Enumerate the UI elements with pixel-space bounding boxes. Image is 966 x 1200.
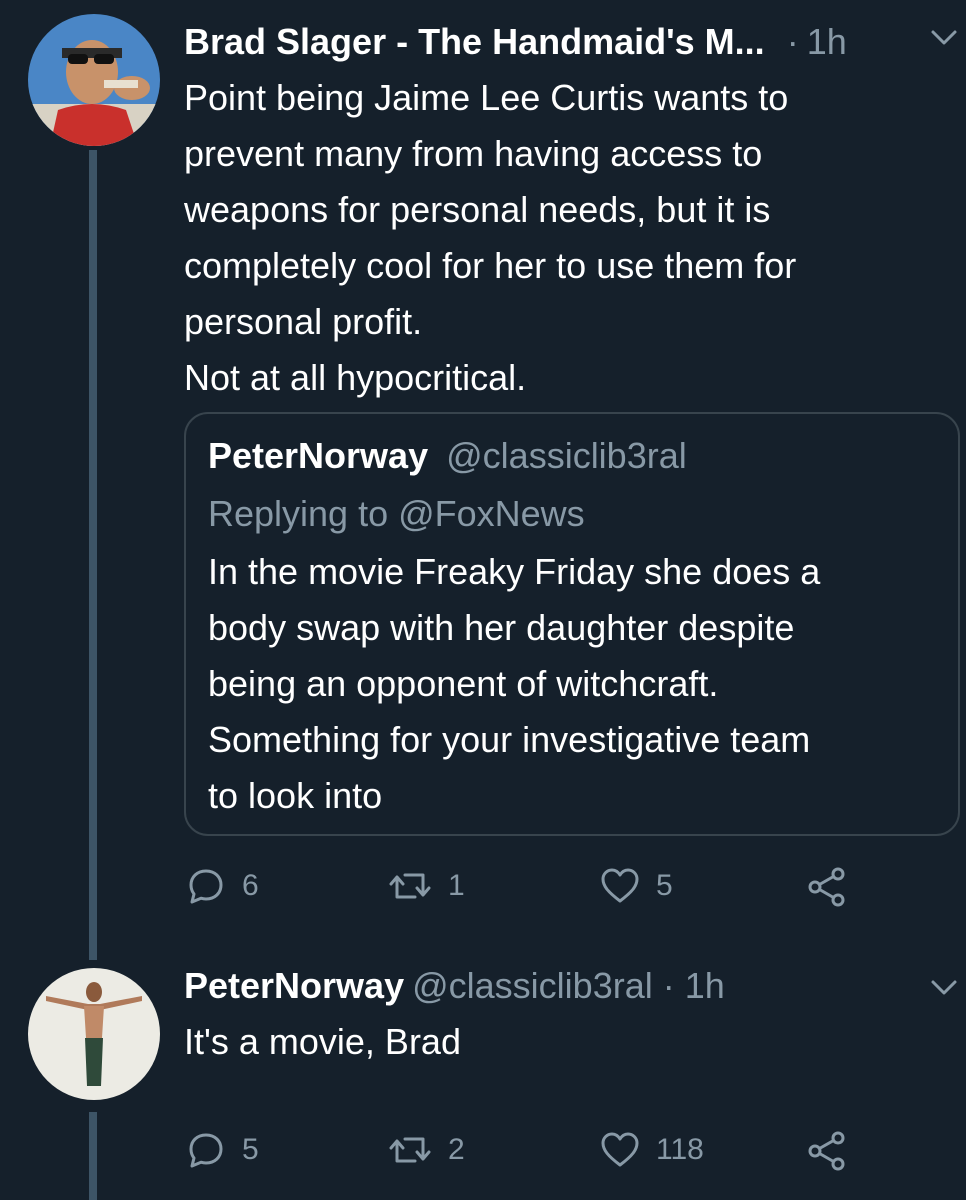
thread-line-lower <box>89 1112 97 1200</box>
tweet1-header: Brad Slager - The Handmaid's M... · 1h <box>184 14 847 70</box>
tweet2-author-name[interactable]: PeterNorway <box>184 965 404 1007</box>
tweet2-separator: · <box>662 965 675 1006</box>
share-icon <box>808 1131 845 1171</box>
tweet1-reply-count: 6 <box>242 869 259 902</box>
reply-bubble-icon <box>189 869 223 904</box>
tweet2-like-button[interactable]: 118 <box>600 1130 704 1170</box>
quoted-tweet-card[interactable]: PeterNorway @classiclib3ral Replying to … <box>184 412 960 836</box>
tweet1-timestamp[interactable]: 1h <box>807 21 847 63</box>
quoted-text-line: body swap with her daughter despite <box>208 607 795 648</box>
tweet1-reply-button[interactable]: 6 <box>186 866 259 906</box>
tweet1-like-button[interactable]: 5 <box>600 866 673 906</box>
tweet1-retweet-count: 1 <box>448 869 465 902</box>
heart-icon <box>601 868 639 903</box>
tweet1-text-line: completely cool for her to use them for <box>184 245 797 286</box>
quoted-author-name: PeterNorway <box>208 435 429 476</box>
quoted-text-line: Something for your investigative team <box>208 719 811 760</box>
retweet-icon <box>389 873 431 899</box>
tweet1-text-line: Not at all hypocritical. <box>184 357 527 398</box>
quoted-text-line: In the movie Freaky Friday she does a <box>208 551 821 592</box>
tweet2-retweet-button[interactable]: 2 <box>388 1130 465 1170</box>
avatar-peternorway[interactable] <box>28 968 160 1100</box>
tweet2-timestamp[interactable]: 1h <box>685 965 725 1007</box>
reply-bubble-icon <box>189 1133 223 1168</box>
tweet2-like-count: 118 <box>656 1133 704 1166</box>
tweet1-like-count: 5 <box>656 869 673 902</box>
tweet1-author-name[interactable]: Brad Slager - The Handmaid's M... <box>184 21 765 63</box>
avatar-brad-image <box>28 14 160 146</box>
quoted-replying-to: Replying to @FoxNews <box>208 493 585 534</box>
avatar-brad[interactable] <box>28 14 160 146</box>
quoted-tweet-header: PeterNorway @classiclib3ral <box>208 428 687 484</box>
tweet2-text: It's a movie, Brad <box>184 1014 954 1070</box>
heart-icon <box>601 1132 639 1167</box>
share-icon <box>808 867 845 907</box>
tweet1-menu-chevron-down-icon[interactable] <box>930 28 958 48</box>
tweet2-reply-button[interactable]: 5 <box>186 1130 259 1170</box>
tweet2-text-line: It's a movie, Brad <box>184 1021 461 1062</box>
tweet2-header: PeterNorway @classiclib3ral · 1h <box>184 958 725 1014</box>
thread-line-upper <box>89 150 97 960</box>
tweet1-text-line: Point being Jaime Lee Curtis wants to <box>184 77 789 118</box>
quoted-text-line: being an opponent of witchcraft. <box>208 663 719 704</box>
tweet2-retweet-count: 2 <box>448 1133 465 1166</box>
tweet1-text-line: weapons for personal needs, but it is <box>184 189 771 230</box>
tweet2-menu-chevron-down-icon[interactable] <box>930 978 958 998</box>
avatar-peternorway-image <box>28 968 160 1100</box>
tweet2-share-button[interactable] <box>806 1130 848 1172</box>
tweet1-text: Point being Jaime Lee Curtis wants to pr… <box>184 70 954 406</box>
tweet1-text-line: prevent many from having access to <box>184 133 763 174</box>
quoted-text-line: to look into <box>208 775 383 816</box>
quoted-author-handle: @classiclib3ral <box>446 435 687 476</box>
tweet2-reply-count: 5 <box>242 1133 259 1166</box>
tweet1-separator: · <box>786 21 799 62</box>
tweet1-retweet-button[interactable]: 1 <box>388 866 465 906</box>
tweet1-text-line: personal profit. <box>184 301 423 342</box>
tweet1-share-button[interactable] <box>806 866 848 908</box>
tweet2-author-handle[interactable]: @classiclib3ral <box>412 965 653 1007</box>
retweet-icon <box>389 1137 431 1163</box>
